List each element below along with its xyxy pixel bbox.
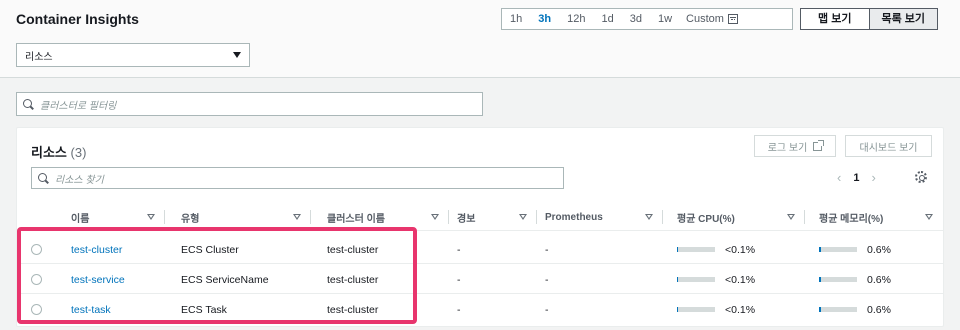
prometheus-value: - [545,303,549,316]
search-icon [23,98,34,110]
row-radio[interactable] [31,274,42,285]
resource-count: (3) [70,145,87,160]
search-icon [38,172,49,184]
resources-panel: 리소스 (3) 로그 보기 대시보드 보기 리소스 찾기 ‹ 1 › 이름 유형… [16,127,944,327]
resource-type-select[interactable]: 리소스 [16,43,250,67]
sort-icon [519,214,527,220]
prev-page-icon[interactable]: ‹ [837,170,841,185]
cpu-value: <0.1% [725,273,756,286]
list-view-button[interactable]: 목록 보기 [868,9,937,29]
top-bar: Container Insights 1h 3h 12h 1d 3d 1w Cu… [0,0,960,78]
row-radio[interactable] [31,304,42,315]
view-logs-button[interactable]: 로그 보기 [754,135,836,157]
time-range-1w[interactable]: 1w [650,9,680,29]
cluster-name: test-cluster [327,273,379,286]
column-alarm-label: 경보 [457,213,476,225]
view-logs-label: 로그 보기 [767,142,808,154]
external-link-icon [813,139,825,151]
sort-icon [645,214,653,220]
panel-title-text: 리소스 [31,145,67,160]
memory-value: 0.6% [867,303,891,316]
cpu-value: <0.1% [725,303,756,316]
resource-search-input[interactable]: 리소스 찾기 [31,167,564,189]
column-memory[interactable]: 평균 메모리(%) [805,203,943,231]
column-memory-label: 평균 메모리(%) [819,213,884,225]
column-cpu[interactable]: 평균 CPU(%) [663,203,805,231]
memory-bar [819,277,857,282]
cpu-value: <0.1% [725,243,756,256]
column-prometheus[interactable]: Prometheus [537,203,663,231]
next-page-icon[interactable]: › [871,170,875,185]
time-range-selector: 1h 3h 12h 1d 3d 1w Custom [501,8,793,30]
column-type-label: 유형 [181,213,200,225]
page-title: Container Insights [16,11,139,27]
column-cluster-label: 클러스터 이름 [327,213,385,225]
cluster-name: test-cluster [327,243,379,256]
memory-bar [819,247,857,252]
column-cluster-name[interactable]: 클러스터 이름 [311,203,449,231]
table-header: 이름 유형 클러스터 이름 경보 Prometheus 평균 CPU(%) 평균… [17,203,943,231]
sort-icon [147,214,155,220]
view-dashboard-button[interactable]: 대시보드 보기 [845,135,932,157]
alarm-value: - [457,273,461,286]
table-row[interactable]: test-cluster ECS Cluster test-cluster - … [17,235,943,264]
sort-icon [431,214,439,220]
resource-link[interactable]: test-service [71,274,125,286]
table-row[interactable]: test-service ECS ServiceName test-cluste… [17,265,943,294]
resource-type-value: 리소스 [25,51,53,63]
resource-link[interactable]: test-cluster [71,244,122,256]
custom-label: Custom [686,13,724,25]
cpu-bar [677,277,715,282]
memory-bar [819,307,857,312]
cluster-name: test-cluster [327,303,379,316]
table-row[interactable]: test-task ECS Task test-cluster - - <0.1… [17,295,943,324]
cluster-filter-placeholder: 클러스터로 필터링 [40,100,117,112]
view-dashboard-label: 대시보드 보기 [859,142,918,154]
memory-value: 0.6% [867,243,891,256]
prometheus-value: - [545,273,549,286]
time-range-1d[interactable]: 1d [593,9,621,29]
time-range-3h[interactable]: 3h [530,9,559,29]
calendar-icon [727,14,738,24]
gear-icon[interactable] [915,171,927,183]
cluster-filter-input[interactable]: 클러스터로 필터링 [16,92,483,116]
row-radio[interactable] [31,244,42,255]
column-name[interactable]: 이름 [51,203,165,231]
current-page[interactable]: 1 [853,172,859,184]
time-range-3d[interactable]: 3d [622,9,650,29]
memory-value: 0.6% [867,273,891,286]
time-range-12h[interactable]: 12h [559,9,593,29]
resource-type: ECS Task [181,303,227,316]
column-name-label: 이름 [71,213,90,225]
time-range-1h[interactable]: 1h [502,9,530,29]
cpu-bar [677,247,715,252]
sort-icon [787,214,795,220]
time-range-custom[interactable]: Custom [680,13,738,25]
resource-link[interactable]: test-task [71,304,111,316]
panel-title: 리소스 (3) [31,142,86,161]
column-cpu-label: 평균 CPU(%) [677,213,735,225]
sort-icon [293,214,301,220]
alarm-value: - [457,303,461,316]
alarm-value: - [457,243,461,256]
prometheus-value: - [545,243,549,256]
column-prometheus-label: Prometheus [545,211,603,223]
cpu-bar [677,307,715,312]
column-type[interactable]: 유형 [165,203,311,231]
caret-down-icon [233,52,241,58]
view-toggle: 맵 보기 목록 보기 [800,8,938,30]
column-alarm[interactable]: 경보 [449,203,537,231]
resource-type: ECS ServiceName [181,273,269,286]
map-view-button[interactable]: 맵 보기 [801,9,869,29]
sort-icon [925,214,933,220]
resource-search-placeholder: 리소스 찾기 [55,174,104,186]
pagination: ‹ 1 › [837,170,876,185]
resource-type: ECS Cluster [181,243,239,256]
